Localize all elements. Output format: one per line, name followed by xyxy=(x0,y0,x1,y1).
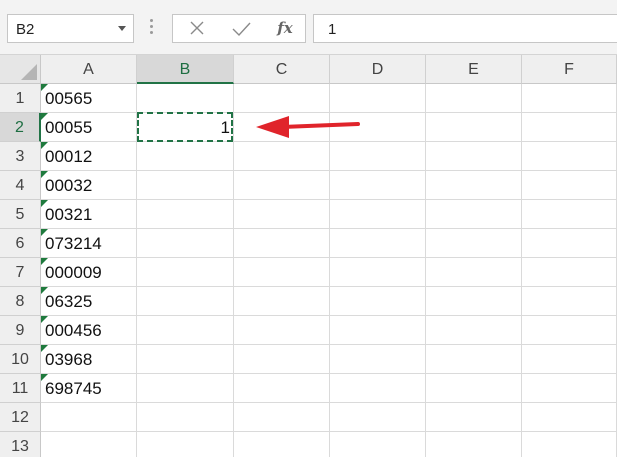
check-icon xyxy=(232,22,251,37)
spreadsheet-grid[interactable]: A B C D E F 1 2 3 4 5 6 7 8 9 10 11 12 13 00565 00055 00012 00… xyxy=(0,55,617,457)
cancel-button[interactable] xyxy=(177,15,217,42)
name-box-value: B2 xyxy=(16,21,35,38)
formula-buttons: fx xyxy=(172,14,306,43)
annotation-arrow-icon xyxy=(256,116,360,138)
insert-function-button[interactable]: fx xyxy=(265,15,305,42)
chevron-down-icon[interactable] xyxy=(118,26,126,31)
name-box[interactable]: B2 xyxy=(7,14,134,43)
enter-button[interactable] xyxy=(221,15,261,42)
annotation-arrow-shaft xyxy=(280,122,360,129)
cross-icon xyxy=(190,21,204,35)
formula-value: 1 xyxy=(328,21,337,38)
drag-handle-icon[interactable] xyxy=(150,19,154,37)
formula-input[interactable]: 1 xyxy=(313,14,617,43)
formula-bar-area: B2 fx 1 xyxy=(0,0,617,55)
annotation-arrow-head xyxy=(256,116,289,138)
